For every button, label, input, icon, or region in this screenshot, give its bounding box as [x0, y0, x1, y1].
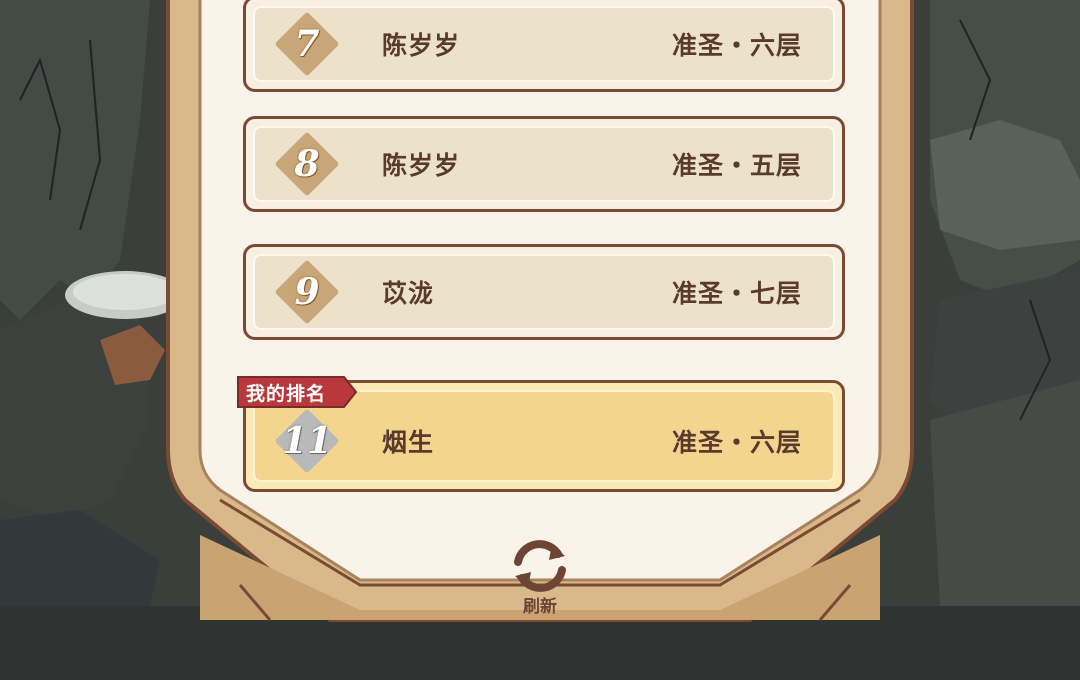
my-rank-label: 我的排名 [246, 383, 327, 405]
player-realm: 准圣・五层 [671, 151, 802, 180]
rank-number: 11 [282, 420, 333, 462]
my-rank-tag: 我的排名 [236, 375, 358, 409]
player-realm: 准圣・七层 [671, 279, 802, 308]
rank-number: 7 [294, 23, 320, 65]
rank-number: 8 [294, 143, 320, 185]
player-name: 烟生 [382, 428, 435, 457]
leaderboard-row[interactable]: 9 苡泷 准圣・七层 [243, 244, 845, 340]
player-realm: 准圣・六层 [671, 31, 802, 60]
player-name: 陈岁岁 [382, 31, 461, 60]
leaderboard-row[interactable]: 7 陈岁岁 准圣・六层 [243, 0, 845, 92]
refresh-icon [514, 540, 566, 592]
rank-number: 9 [294, 271, 320, 313]
player-name: 苡泷 [382, 279, 435, 308]
refresh-button[interactable]: 刷新 [505, 538, 575, 618]
player-realm: 准圣・六层 [671, 428, 802, 457]
refresh-label: 刷新 [523, 597, 557, 617]
player-name: 陈岁岁 [382, 151, 461, 180]
leaderboard-row[interactable]: 8 陈岁岁 准圣・五层 [243, 116, 845, 212]
